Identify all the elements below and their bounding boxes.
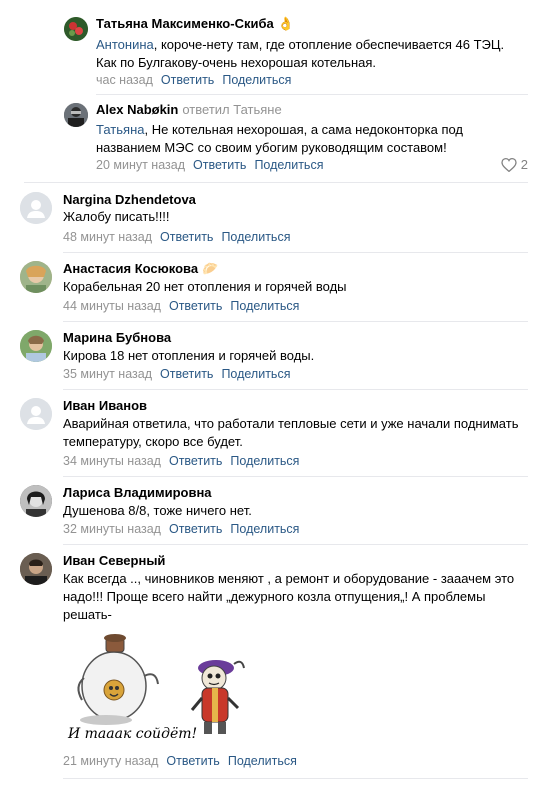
comment-meta: 35 минут назад Ответить Поделиться bbox=[63, 367, 290, 381]
author-name[interactable]: Анастасия Косюкова bbox=[63, 261, 198, 276]
replied-to[interactable]: ответил Татьяне bbox=[182, 102, 281, 117]
comment-text-line: надо!!! Проще всего найти „дежурного коз… bbox=[63, 589, 486, 604]
comment-time[interactable]: 20 минут назад bbox=[96, 158, 185, 172]
reply-button[interactable]: Ответить bbox=[160, 230, 213, 244]
comment-text-line: Корабельная 20 нет отопления и горячей в… bbox=[63, 279, 347, 294]
comment-text-line: Аварийная ответила, что работали тепловы… bbox=[63, 416, 519, 431]
reply-button[interactable]: Ответить bbox=[160, 367, 213, 381]
comment-author[interactable]: Иван Иванов bbox=[63, 398, 147, 413]
reply-button[interactable]: Ответить bbox=[193, 158, 246, 172]
avatar[interactable] bbox=[20, 553, 52, 585]
sticker-caption: И тааак сойдёт! bbox=[68, 726, 198, 742]
divider bbox=[63, 476, 528, 477]
comment-time[interactable]: 48 минут назад bbox=[63, 230, 152, 244]
comment-meta: час назад Ответить Поделиться bbox=[96, 73, 291, 87]
divider bbox=[96, 94, 528, 95]
comment-text-line: Душенова 8/8, тоже ничего нет. bbox=[63, 503, 252, 518]
reply-button[interactable]: Ответить bbox=[169, 522, 222, 536]
divider bbox=[63, 778, 528, 779]
comment-author[interactable]: Nargina Dzhendetova bbox=[63, 192, 196, 207]
share-button[interactable]: Поделиться bbox=[230, 299, 299, 313]
avatar[interactable] bbox=[20, 485, 52, 517]
reply-button[interactable]: Ответить bbox=[166, 754, 219, 768]
comment-author[interactable]: Лариса Владимировна bbox=[63, 485, 212, 500]
comment-text-line: Как всегда .., чиновников меняют , а рем… bbox=[63, 571, 515, 586]
avatar[interactable] bbox=[64, 17, 88, 41]
share-button[interactable]: Поделиться bbox=[254, 158, 323, 172]
comment-text-line: температуру, скоро все будет. bbox=[63, 434, 243, 449]
divider bbox=[63, 389, 528, 390]
comment-text-line: Как по Булгакову-очень нехорошая котельн… bbox=[96, 55, 377, 70]
divider bbox=[63, 321, 528, 322]
divider bbox=[24, 182, 528, 183]
share-button[interactable]: Поделиться bbox=[221, 367, 290, 381]
comment-time[interactable]: час назад bbox=[96, 73, 153, 87]
share-button[interactable]: Поделиться bbox=[230, 454, 299, 468]
comment-text: Как всегда .., чиновников меняют , а рем… bbox=[63, 570, 533, 624]
share-button[interactable]: Поделиться bbox=[230, 522, 299, 536]
comment-meta: 34 минуты назад Ответить Поделиться bbox=[63, 454, 299, 468]
divider bbox=[63, 252, 528, 253]
avatar[interactable] bbox=[20, 330, 52, 362]
comment-text: Кирова 18 нет отопления и горячей воды. bbox=[63, 347, 523, 365]
comment-text: Антонина, короче-нету там, где отопление… bbox=[96, 36, 536, 72]
share-button[interactable]: Поделиться bbox=[222, 73, 291, 87]
comment-time[interactable]: 21 минуту назад bbox=[63, 754, 158, 768]
comment-meta: 44 минуты назад Ответить Поделиться bbox=[63, 299, 299, 313]
comment-meta: 32 минуты назад Ответить Поделиться bbox=[63, 522, 299, 536]
reply-button[interactable]: Ответить bbox=[169, 454, 222, 468]
comment-text-line: Кирова 18 нет отопления и горячей воды. bbox=[63, 348, 315, 363]
comment-author[interactable]: Марина Бубнова bbox=[63, 330, 171, 345]
comment-meta: 48 минут назад Ответить Поделиться bbox=[63, 230, 290, 244]
comment-text: Жалобу писать!!!! bbox=[63, 208, 523, 226]
author-name[interactable]: Татьяна Максименко-Скиба bbox=[96, 16, 274, 31]
like-count: 2 bbox=[520, 157, 528, 172]
like-button[interactable]: 2 bbox=[501, 157, 528, 172]
comment-text-line: названием МЭС со своим убогим руководящи… bbox=[96, 140, 447, 155]
comment-text-line: , короче-нету там, где отопление обеспеч… bbox=[153, 37, 505, 52]
comment-author[interactable]: Анастасия Косюкова 🥟 bbox=[63, 261, 218, 277]
share-button[interactable]: Поделиться bbox=[221, 230, 290, 244]
dumpling-emoji: 🥟 bbox=[202, 261, 219, 276]
comment-text: Корабельная 20 нет отопления и горячей в… bbox=[63, 278, 523, 296]
avatar[interactable] bbox=[64, 103, 88, 127]
ok-hand-emoji: 👌 bbox=[277, 16, 294, 31]
comment-text-line: решать- bbox=[63, 607, 112, 622]
divider bbox=[63, 544, 528, 545]
comment-author[interactable]: Иван Северный bbox=[63, 553, 165, 568]
comment-author[interactable]: Alex Nabøkin ответил Татьяне bbox=[96, 102, 282, 117]
avatar[interactable] bbox=[20, 398, 52, 430]
heart-icon bbox=[501, 157, 517, 172]
avatar[interactable] bbox=[20, 261, 52, 293]
reply-button[interactable]: Ответить bbox=[161, 73, 214, 87]
comment-text: Татьяна, Не котельная нехорошая, а сама … bbox=[96, 121, 536, 157]
avatar[interactable] bbox=[20, 192, 52, 224]
sticker[interactable]: И тааак сойдёт! bbox=[66, 628, 256, 746]
comment-time[interactable]: 35 минут назад bbox=[63, 367, 152, 381]
comment-meta: 20 минут назад Ответить Поделиться bbox=[96, 158, 323, 172]
comment-text-line: , Не котельная нехорошая, а сама недокон… bbox=[144, 122, 464, 137]
comment-author[interactable]: Татьяна Максименко-Скиба 👌 bbox=[96, 16, 294, 32]
author-name[interactable]: Alex Nabøkin bbox=[96, 102, 178, 117]
comment-meta: 21 минуту назад Ответить Поделиться bbox=[63, 754, 297, 768]
comment-text-line: Жалобу писать!!!! bbox=[63, 209, 170, 224]
comment-time[interactable]: 44 минуты назад bbox=[63, 299, 161, 313]
comment-time[interactable]: 34 минуты назад bbox=[63, 454, 161, 468]
reply-button[interactable]: Ответить bbox=[169, 299, 222, 313]
comments-feed: Татьяна Максименко-Скиба 👌 Антонина, коро… bbox=[0, 0, 552, 786]
mention-link[interactable]: Татьяна bbox=[96, 122, 144, 137]
comment-text: Душенова 8/8, тоже ничего нет. bbox=[63, 502, 523, 520]
share-button[interactable]: Поделиться bbox=[228, 754, 297, 768]
comment-text: Аварийная ответила, что работали тепловы… bbox=[63, 415, 533, 451]
comment-time[interactable]: 32 минуты назад bbox=[63, 522, 161, 536]
mention-link[interactable]: Антонина bbox=[96, 37, 154, 52]
